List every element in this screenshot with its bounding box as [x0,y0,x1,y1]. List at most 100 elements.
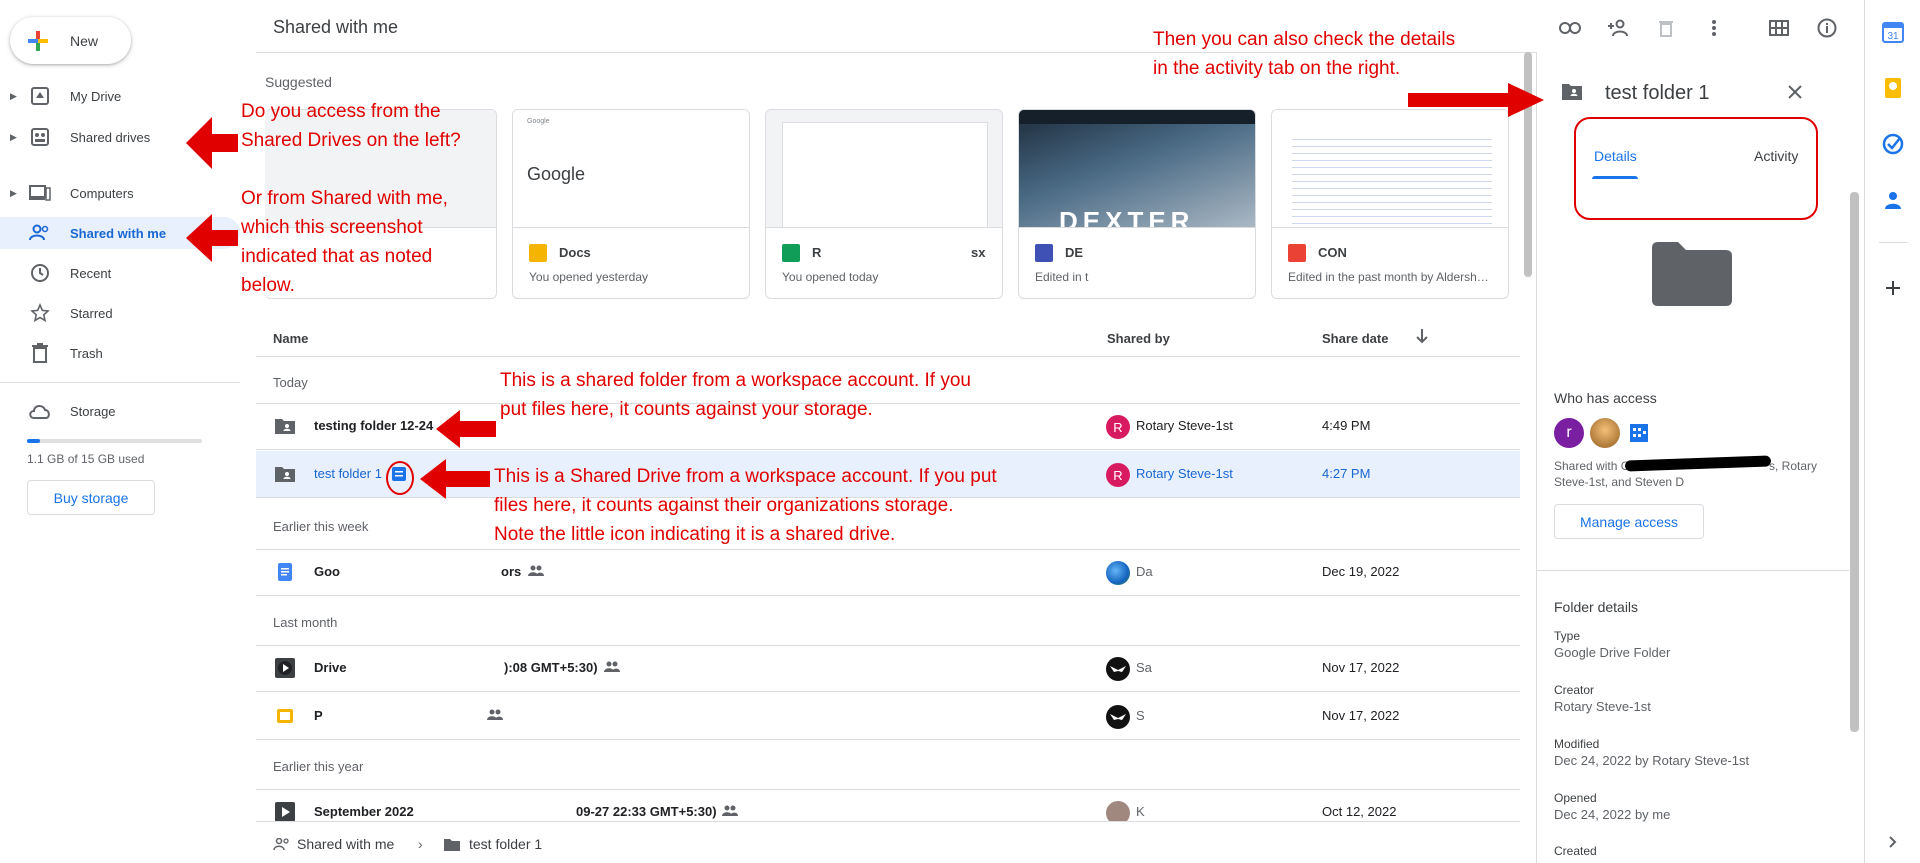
column-header-share-date[interactable]: Share date [1322,331,1388,346]
sidebar-item-label: Shared with me [70,225,167,241]
new-button[interactable]: New [10,17,131,64]
annotation-arrow-left [420,459,490,499]
sidebar-item-label: My Drive [70,88,122,104]
annotation-line: Shared Drives on the left? [241,130,461,151]
docs-file-icon [278,563,292,581]
avatar [1106,561,1130,585]
annotation-arrow-left [186,214,238,262]
sheets-file-icon [782,244,800,262]
table-row[interactable]: Goo ors Da Dec 19, 2022 [256,549,1520,596]
table-row[interactable]: P S Nov 17, 2022 [256,693,1520,740]
divider [0,382,240,383]
breadcrumb-current[interactable]: test folder 1 [469,836,542,852]
suggested-card[interactable]: Google Google Docs You opened yesterday [512,109,750,299]
suggested-card[interactable]: DEXTER DE Edited in t [1018,109,1256,299]
redaction-mark [1624,455,1772,472]
shared-people-icon [722,805,738,816]
sort-arrow-down-icon[interactable] [1415,328,1429,344]
sidebar-item-storage[interactable]: Storage [0,395,240,427]
card-thumbnail: Google Google [513,110,749,228]
card-thumbnail [1272,110,1508,228]
table-row[interactable]: Drive ):08 GMT+5:30) Sa Nov 17, 2022 [256,645,1520,692]
tasks-icon[interactable] [1881,132,1905,156]
card-title: CON [1318,245,1347,260]
chevron-right-icon[interactable] [1881,830,1905,854]
svg-text:31: 31 [1887,31,1899,42]
contacts-icon[interactable] [1881,188,1905,212]
annotation-line: indicated that as noted [241,246,433,267]
folder-details-heading: Folder details [1554,599,1639,615]
suggested-card[interactable]: CON Edited in the past month by Aldersh… [1271,109,1509,299]
row-date: Oct 12, 2022 [1322,804,1397,819]
shared-people-icon [528,565,544,576]
detail-label: Opened [1554,791,1597,805]
detail-value: Dec 24, 2022 by Rotary Steve-1st [1554,753,1750,768]
sidebar-item-starred[interactable]: Starred [0,297,240,329]
column-header-name[interactable]: Name [273,331,308,346]
more-icon[interactable] [1702,16,1726,40]
sidebar-item-label: Storage [70,403,116,419]
shared-people-icon [487,709,503,720]
expand-caret-icon[interactable]: ▶ [10,188,26,199]
annotation-arrow-right [1408,83,1544,117]
add-person-icon[interactable] [1606,16,1630,40]
sidebar-item-my-drive[interactable]: ▶ My Drive [0,80,240,112]
detail-label: Created [1554,844,1597,858]
storage-used-text: 1.1 GB of 15 GB used [27,452,145,466]
row-name: testing folder 12-24 [314,418,434,433]
manage-access-button[interactable]: Manage access [1554,504,1704,539]
row-shared-by: Rotary Steve-1st [1136,418,1233,433]
sidebar-item-trash[interactable]: Trash [0,337,240,369]
shared-folder-icon [275,467,295,482]
storage-bar [27,439,202,443]
info-icon[interactable] [1815,16,1839,40]
row-shared-by: Rotary Steve-1st [1136,466,1233,481]
divider [1537,570,1849,571]
annotation-arrow-left [186,117,238,169]
folder-icon [1652,242,1732,306]
row-shared-by: K [1136,804,1145,819]
buy-storage-button[interactable]: Buy storage [27,480,155,515]
shared-folder-icon [1562,84,1582,100]
panel-title: test folder 1 [1605,82,1710,104]
grid-view-icon[interactable] [1767,16,1791,40]
annotation-line: put files here, it counts against your s… [500,399,873,420]
card-subtitle: Edited in t [1035,270,1089,284]
column-header-shared-by[interactable]: Shared by [1107,331,1170,346]
trash-icon [28,343,52,363]
shared-with-me-icon [273,838,289,851]
table-row[interactable]: September 2022 09-27 22:33 GMT+5:30) K O… [256,789,1520,821]
annotation-text: Then you can also check the details in t… [1153,25,1455,83]
row-name: Goo [314,564,340,579]
expand-caret-icon[interactable]: ▶ [10,132,26,143]
group-header: Earlier this year [273,759,364,774]
close-icon[interactable] [1787,84,1803,100]
annotation-line: which this screenshot [241,217,423,238]
shared-with-text: s, Rotary [1769,459,1818,473]
add-icon[interactable] [1881,276,1905,300]
breadcrumb-root[interactable]: Shared with me [297,836,394,852]
my-drive-icon [28,86,52,106]
storage-bar-fill [27,439,40,443]
keep-icon[interactable] [1881,76,1905,100]
panel-scrollbar[interactable] [1850,192,1859,732]
slides-file-icon [529,244,547,262]
annotation-line: Then you can also check the details [1153,29,1456,50]
sidebar-item-computers[interactable]: ▶ Computers [0,177,240,209]
divider [256,356,1520,357]
card-title: Docs [559,245,591,260]
sidebar-item-label: Starred [70,305,113,321]
trash-icon[interactable] [1654,16,1678,40]
link-icon[interactable] [1558,16,1582,40]
card-title: R [812,245,822,260]
suggested-card[interactable]: R sx You opened today [765,109,1003,299]
avatar [1106,801,1130,821]
row-name: September 2022 [314,804,414,819]
divider [1879,242,1907,243]
calendar-icon[interactable]: 31 [1881,20,1905,44]
row-date: 4:49 PM [1322,418,1371,433]
annotation-line: This is a Shared Drive from a workspace … [494,466,997,487]
sidebar-item-label: Trash [70,345,103,361]
expand-caret-icon[interactable]: ▶ [10,91,26,102]
video-file-icon [275,658,295,678]
